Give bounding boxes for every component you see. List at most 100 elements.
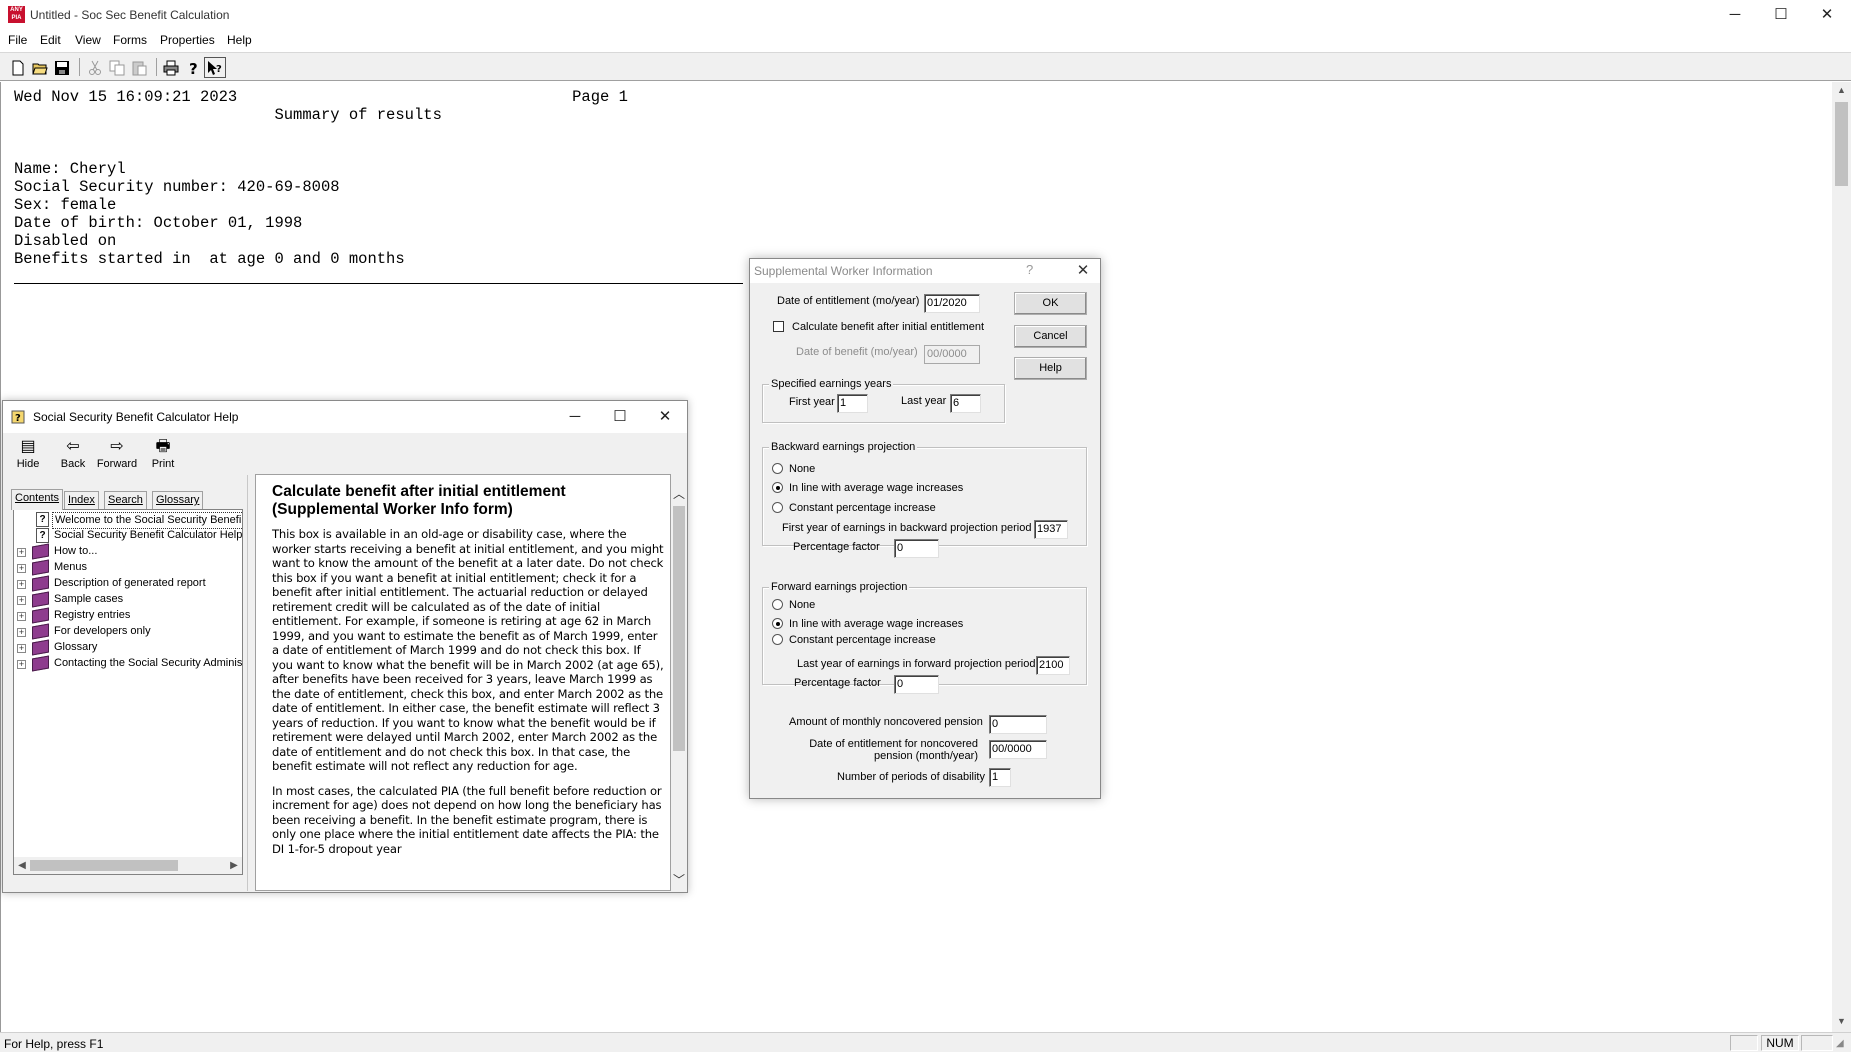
disability-periods-field[interactable]: 1 bbox=[989, 768, 1011, 787]
tree-scroll-thumb[interactable] bbox=[30, 860, 178, 871]
tree-item-label: Contacting the Social Security Adminis bbox=[54, 657, 243, 669]
scroll-up-arrow-icon[interactable]: ▲ bbox=[1832, 82, 1851, 99]
help-minimize-button[interactable]: ─ bbox=[552, 403, 598, 431]
scroll-up-chevron-icon[interactable]: ︿ bbox=[671, 486, 687, 502]
expand-plus-icon[interactable]: + bbox=[17, 596, 26, 605]
backward-projection-legend: Backward earnings projection bbox=[769, 440, 918, 454]
maximize-button[interactable]: ☐ bbox=[1758, 0, 1804, 30]
tree-item-registry-entries[interactable]: + Registry entries bbox=[14, 607, 242, 624]
backward-first-year-field[interactable]: 1937 bbox=[1034, 520, 1068, 539]
close-button[interactable]: ✕ bbox=[1804, 0, 1850, 30]
menu-help[interactable]: Help bbox=[227, 33, 252, 47]
expand-plus-icon[interactable]: + bbox=[17, 548, 26, 557]
expand-plus-icon[interactable]: + bbox=[17, 580, 26, 589]
menu-properties[interactable]: Properties bbox=[160, 33, 215, 47]
report-vertical-scrollbar[interactable]: ▲ ▼ bbox=[1832, 82, 1851, 1032]
first-year-field[interactable]: 1 bbox=[837, 394, 868, 413]
help-contents-tree[interactable]: ? Welcome to the Social Security Benefi … bbox=[13, 509, 243, 875]
help-page-icon: ? bbox=[36, 512, 49, 527]
tab-glossary[interactable]: Glossary bbox=[152, 491, 204, 509]
forward-constant-pct-radio[interactable] bbox=[772, 634, 783, 645]
forward-last-year-field[interactable]: 2100 bbox=[1036, 656, 1070, 675]
menu-view[interactable]: View bbox=[75, 33, 101, 47]
tree-item-generated-report[interactable]: + Description of generated report bbox=[14, 575, 242, 592]
help-forward-button[interactable]: ⇨ Forward bbox=[95, 436, 139, 474]
report-name: Name: Cheryl bbox=[14, 160, 126, 178]
print-button[interactable] bbox=[160, 57, 182, 78]
tree-item-label: Social Security Benefit Calculator Help bbox=[54, 529, 243, 541]
ok-button[interactable]: OK bbox=[1014, 292, 1087, 315]
entitlement-date-label: Date of entitlement (mo/year) bbox=[777, 295, 920, 307]
scroll-thumb[interactable] bbox=[1835, 102, 1848, 186]
noncovered-pension-amount-field[interactable]: 0 bbox=[989, 715, 1047, 734]
tree-horizontal-scrollbar[interactable]: ◀ ▶ bbox=[14, 857, 242, 874]
expand-plus-icon[interactable]: + bbox=[17, 660, 26, 669]
scroll-down-arrow-icon[interactable]: ▼ bbox=[1832, 1013, 1851, 1030]
scroll-down-chevron-icon[interactable]: ﹀ bbox=[671, 872, 687, 888]
menu-edit[interactable]: Edit bbox=[40, 33, 61, 47]
entitlement-date-field[interactable]: 01/2020 bbox=[924, 294, 980, 313]
forward-average-wage-radio[interactable] bbox=[772, 618, 783, 629]
cancel-button[interactable]: Cancel bbox=[1014, 325, 1087, 348]
help-maximize-button[interactable]: ☐ bbox=[597, 403, 643, 431]
paste-button[interactable] bbox=[128, 57, 150, 78]
scroll-right-arrow-icon[interactable]: ▶ bbox=[226, 857, 242, 874]
help-print-button[interactable]: 🖶 Print bbox=[141, 436, 185, 474]
help-close-button[interactable]: ✕ bbox=[642, 403, 688, 431]
open-button[interactable] bbox=[29, 57, 51, 78]
help-scroll-thumb[interactable] bbox=[673, 506, 685, 751]
tab-search[interactable]: Search bbox=[104, 491, 147, 509]
menu-file[interactable]: File bbox=[8, 33, 27, 47]
tree-item-how-to[interactable]: + How to... bbox=[14, 543, 242, 560]
tree-item-developers[interactable]: + For developers only bbox=[14, 623, 242, 640]
report-dob: Date of birth: October 01, 1998 bbox=[14, 214, 303, 232]
expand-plus-icon[interactable]: + bbox=[17, 564, 26, 573]
help-page-icon: ? bbox=[36, 528, 49, 543]
tree-item-glossary[interactable]: + Glossary bbox=[14, 639, 242, 656]
scroll-left-arrow-icon[interactable]: ◀ bbox=[14, 857, 30, 874]
tree-item-menus[interactable]: + Menus bbox=[14, 559, 242, 576]
expand-plus-icon[interactable]: + bbox=[17, 612, 26, 621]
last-year-field[interactable]: 6 bbox=[950, 394, 981, 413]
dialog-close-button[interactable]: ✕ bbox=[1069, 260, 1097, 282]
minimize-button[interactable]: ─ bbox=[1712, 0, 1758, 30]
expand-plus-icon[interactable]: + bbox=[17, 628, 26, 637]
new-button[interactable] bbox=[7, 57, 29, 78]
help-back-button[interactable]: ⇦ Back bbox=[51, 436, 95, 474]
help-hide-button[interactable]: ▤ Hide bbox=[6, 436, 50, 474]
calculate-after-entitlement-checkbox[interactable] bbox=[773, 321, 784, 332]
help-toolbar: ▤ Hide ⇦ Back ⇨ Forward 🖶 Print bbox=[3, 434, 687, 474]
forward-percentage-field[interactable]: 0 bbox=[894, 675, 939, 694]
noncovered-pension-date-field[interactable]: 00/0000 bbox=[989, 740, 1047, 759]
backward-average-wage-radio[interactable] bbox=[772, 482, 783, 493]
specified-earnings-years-legend: Specified earnings years bbox=[769, 377, 894, 391]
save-button[interactable] bbox=[51, 57, 73, 78]
tree-item-calculator-help[interactable]: ? Social Security Benefit Calculator Hel… bbox=[14, 528, 242, 544]
help-button[interactable]: Help bbox=[1014, 357, 1087, 380]
resize-grip-icon[interactable]: ◢ bbox=[1836, 1038, 1844, 1049]
benefit-date-field: 00/0000 bbox=[924, 345, 980, 364]
tree-item-welcome[interactable]: ? Welcome to the Social Security Benefi bbox=[14, 512, 242, 529]
menu-forms[interactable]: Forms bbox=[113, 33, 147, 47]
forward-last-year-label: Last year of earnings in forward project… bbox=[797, 658, 1036, 670]
forward-projection-group: Forward earnings projection None In line… bbox=[762, 580, 1087, 694]
backward-percentage-field[interactable]: 0 bbox=[894, 539, 939, 558]
copy-button[interactable] bbox=[106, 57, 128, 78]
cut-button[interactable] bbox=[84, 57, 106, 78]
forward-none-radio[interactable] bbox=[772, 599, 783, 610]
help-content-scrollbar[interactable]: ︿ ﹀ bbox=[671, 474, 687, 891]
help-navigation-pane: Contents Index Search Glossary ? Welcome… bbox=[7, 475, 247, 891]
tree-item-sample-cases[interactable]: + Sample cases bbox=[14, 591, 242, 608]
expand-plus-icon[interactable]: + bbox=[17, 644, 26, 653]
backward-constant-pct-radio[interactable] bbox=[772, 502, 783, 513]
help-pane-splitter[interactable] bbox=[247, 475, 255, 891]
backward-none-radio[interactable] bbox=[772, 463, 783, 474]
tree-item-label: Glossary bbox=[54, 641, 98, 653]
tree-item-contacting-ssa[interactable]: + Contacting the Social Security Adminis bbox=[14, 655, 243, 672]
toolbar-separator bbox=[156, 58, 157, 76]
tab-index[interactable]: Index bbox=[64, 491, 99, 509]
tab-contents[interactable]: Contents bbox=[11, 489, 64, 510]
help-button[interactable]: ? bbox=[182, 57, 204, 78]
context-help-button[interactable]: ? bbox=[204, 57, 226, 78]
dialog-help-icon[interactable]: ? bbox=[1026, 262, 1033, 277]
